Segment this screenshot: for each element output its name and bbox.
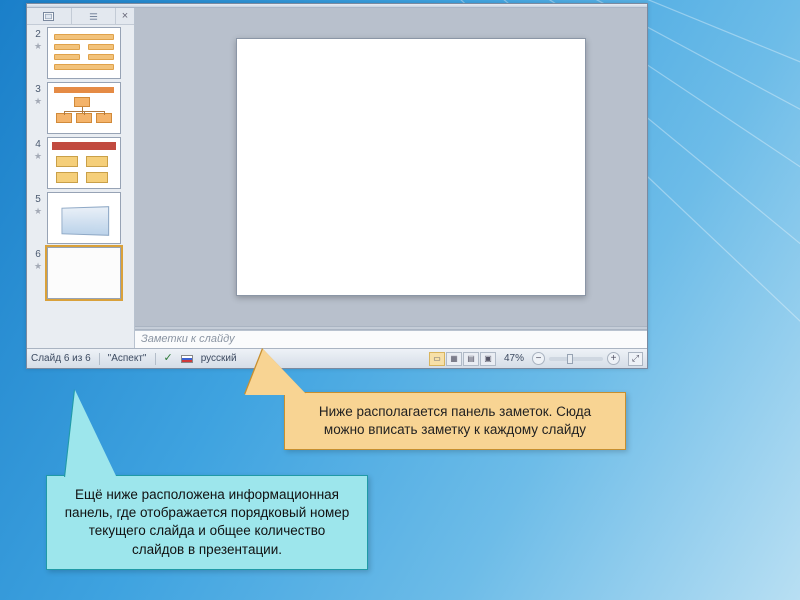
- slide-thumbnail-3[interactable]: [47, 82, 121, 134]
- work-area: × 2 ★: [27, 8, 647, 348]
- thumb-meta: 3 ★: [29, 82, 47, 106]
- status-slide-info: Слайд 6 из 6: [31, 353, 91, 364]
- animation-indicator-icon: ★: [34, 261, 42, 271]
- slide-thumbnail-4[interactable]: [47, 137, 121, 189]
- thumb-meta: 6 ★: [29, 247, 47, 271]
- zoom-percent[interactable]: 47%: [504, 353, 524, 364]
- thumb-meta: 2 ★: [29, 27, 47, 51]
- animation-indicator-icon: ★: [34, 41, 42, 51]
- zoom-slider-knob[interactable]: [567, 354, 573, 364]
- animation-indicator-icon: ★: [34, 206, 42, 216]
- slide-thumbnail-6[interactable]: [47, 247, 121, 299]
- slide-canvas-zone: [135, 8, 647, 326]
- status-language[interactable]: русский: [201, 353, 237, 364]
- thumb-number: 6: [35, 249, 41, 261]
- view-slideshow-button[interactable]: ▣: [480, 352, 496, 366]
- animation-indicator-icon: ★: [34, 151, 42, 161]
- animation-indicator-icon: ★: [34, 96, 42, 106]
- status-theme: "Аспект": [108, 353, 147, 364]
- thumbnail-row[interactable]: 2 ★: [29, 27, 134, 79]
- tab-outline[interactable]: [72, 8, 117, 24]
- slide-thumbnail-2[interactable]: [47, 27, 121, 79]
- thumbnail-row[interactable]: 3 ★: [29, 82, 134, 134]
- thumb-meta: 4 ★: [29, 137, 47, 161]
- zoom-slider[interactable]: [549, 357, 603, 361]
- status-bar: Слайд 6 из 6 "Аспект" ✓ русский ▭ ▦ ▤ ▣ …: [27, 348, 647, 368]
- view-buttons: ▭ ▦ ▤ ▣: [429, 352, 496, 366]
- thumbnail-row[interactable]: 4 ★: [29, 137, 134, 189]
- thumb-number: 5: [35, 194, 41, 206]
- editor-area: Заметки к слайду: [135, 8, 647, 348]
- spellcheck-icon[interactable]: ✓: [164, 353, 173, 364]
- thumb-meta: 5 ★: [29, 192, 47, 216]
- callout-text: Ещё ниже расположена информационная пане…: [65, 487, 350, 557]
- fit-to-window-button[interactable]: ⤢: [628, 352, 643, 366]
- slide-thumbnail-5[interactable]: [47, 192, 121, 244]
- callout-tail-icon: [245, 349, 307, 395]
- callout-notes-panel: Ниже располагается панель заметок. Сюда …: [284, 392, 626, 450]
- notes-placeholder: Заметки к слайду: [141, 333, 235, 345]
- view-reading-button[interactable]: ▤: [463, 352, 479, 366]
- callout-text: Ниже располагается панель заметок. Сюда …: [319, 404, 591, 437]
- thumbnail-list: 2 ★ 3 ★: [27, 25, 134, 348]
- sidebar-close-button[interactable]: ×: [116, 8, 134, 24]
- notes-pane[interactable]: Заметки к слайду: [135, 330, 647, 348]
- powerpoint-window: × 2 ★: [26, 3, 648, 369]
- tab-slides[interactable]: [27, 8, 72, 24]
- thumbnail-row[interactable]: 5 ★: [29, 192, 134, 244]
- thumb-number: 3: [35, 84, 41, 96]
- zoom-controls: − +: [532, 352, 620, 365]
- status-separator: [99, 353, 100, 365]
- callout-status-bar: Ещё ниже расположена информационная пане…: [46, 475, 368, 570]
- zoom-out-button[interactable]: −: [532, 352, 545, 365]
- zoom-in-button[interactable]: +: [607, 352, 620, 365]
- sidebar-tabs: ×: [27, 8, 134, 25]
- thumb-number: 4: [35, 139, 41, 151]
- view-sorter-button[interactable]: ▦: [446, 352, 462, 366]
- status-separator: [155, 353, 156, 365]
- language-flag-icon: [181, 355, 193, 363]
- callout-tail-icon: [65, 390, 117, 478]
- slides-sidebar: × 2 ★: [27, 8, 135, 348]
- thumb-number: 2: [35, 29, 41, 41]
- slide-canvas[interactable]: [236, 38, 586, 296]
- close-icon: ×: [122, 10, 128, 22]
- view-normal-button[interactable]: ▭: [429, 352, 445, 366]
- thumbnail-row[interactable]: 6 ★: [29, 247, 134, 299]
